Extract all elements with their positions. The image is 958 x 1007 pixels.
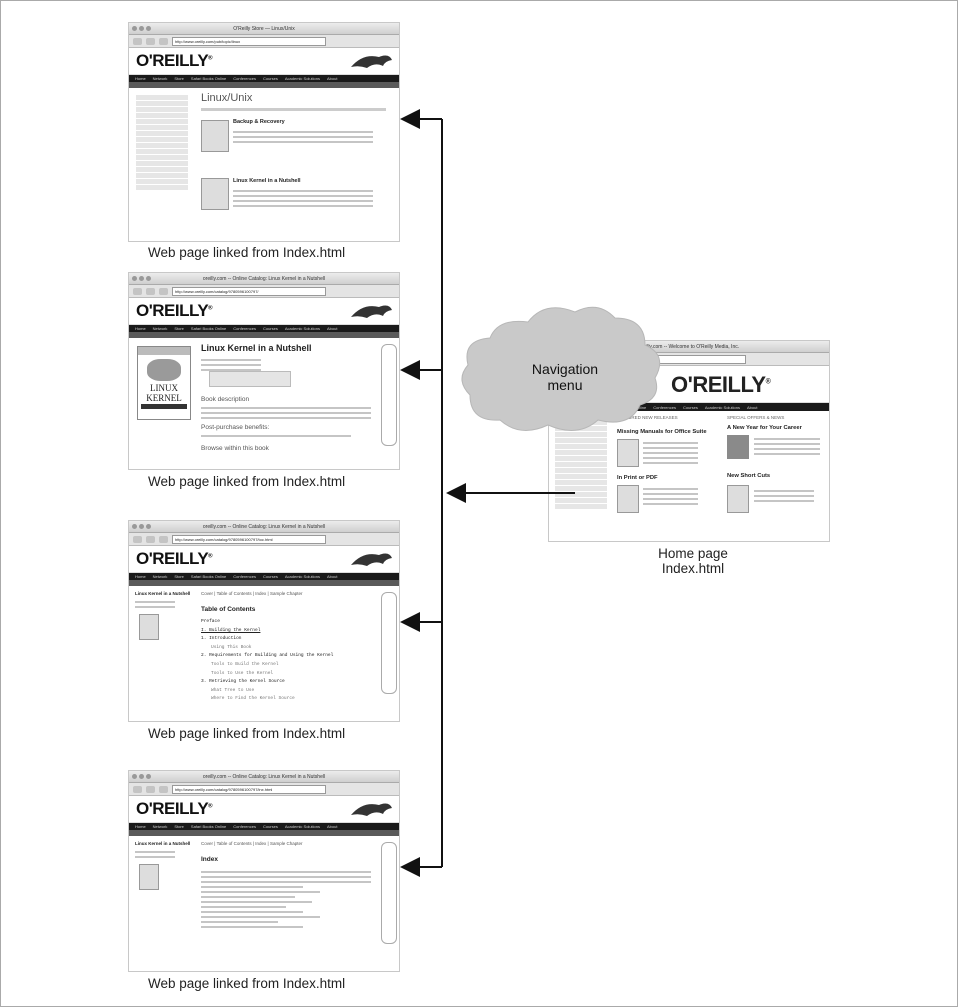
connector-layer bbox=[400, 109, 661, 877]
cloud-label: Navigation menu bbox=[531, 361, 599, 393]
